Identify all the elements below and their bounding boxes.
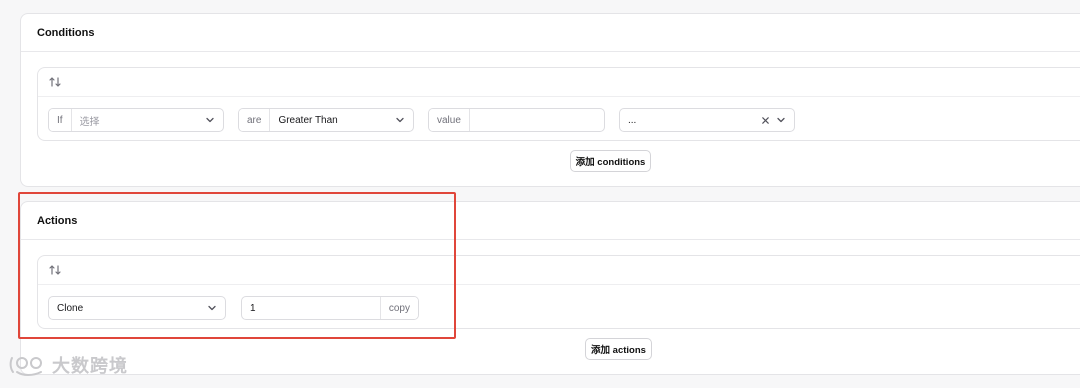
value-label: value [429, 109, 470, 131]
action-type-select[interactable]: Clone [48, 296, 226, 320]
actions-title: Actions [21, 202, 1080, 240]
close-icon[interactable] [758, 109, 772, 131]
conditions-rule-toolbar [38, 68, 1080, 97]
actions-panel: Actions Clone 1 copy 添加 actions [20, 201, 1080, 375]
condition-field-select[interactable]: If 选择 [48, 108, 224, 132]
chevron-down-icon [203, 297, 221, 319]
watermark: 大数跨境 [8, 352, 128, 378]
extra-select-value: ... [628, 114, 637, 126]
sort-arrows-icon[interactable] [48, 263, 62, 277]
watermark-logo-icon [9, 357, 42, 376]
conditions-title: Conditions [21, 14, 1080, 52]
action-amount-input[interactable]: 1 copy [241, 296, 419, 320]
add-actions-button[interactable]: 添加 actions [585, 338, 652, 360]
chevron-down-icon [772, 109, 790, 131]
chevron-down-icon [391, 109, 409, 131]
condition-operator-select[interactable]: are Greater Than [238, 108, 414, 132]
condition-extra-select[interactable]: ... [619, 108, 795, 132]
amount-value[interactable]: 1 [242, 303, 380, 314]
operator-value: Greater Than [278, 114, 338, 126]
add-conditions-button[interactable]: 添加 conditions [570, 150, 651, 172]
operator-prefix: are [239, 109, 271, 131]
field-placeholder: 选择 [79, 116, 100, 128]
actions-rule-box: Clone 1 copy [37, 255, 1080, 329]
condition-value-input[interactable]: value [428, 108, 605, 132]
conditions-panel: Conditions If 选择 are Greater Than value … [20, 13, 1080, 187]
actions-rule-toolbar [38, 256, 1080, 285]
chevron-down-icon [201, 109, 219, 131]
amount-suffix: copy [379, 297, 418, 319]
watermark-text: 大数跨境 [52, 356, 128, 376]
sort-arrows-icon[interactable] [48, 75, 62, 89]
if-label: If [49, 109, 72, 131]
action-type-value: Clone [57, 302, 84, 314]
conditions-rule-box: If 选择 are Greater Than value ... [37, 67, 1080, 141]
